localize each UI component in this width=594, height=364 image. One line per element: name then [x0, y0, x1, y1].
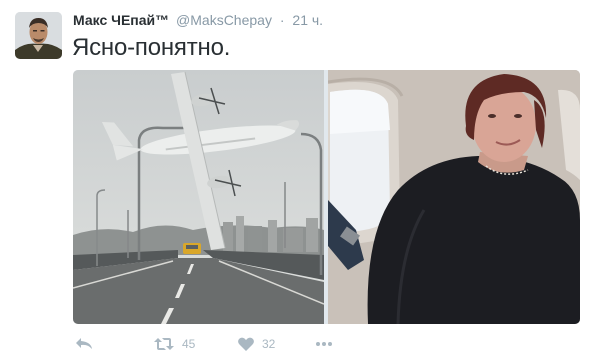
retweet-count: 45	[182, 337, 196, 351]
author-fullname[interactable]: Макс ЧЕпай™	[73, 12, 169, 28]
tweet: Макс ЧЕпай™ @MaksChepay · 21 ч. Ясно-пон…	[0, 0, 594, 364]
tweet-media[interactable]	[73, 70, 580, 324]
author-username[interactable]: @MaksChepay	[176, 12, 272, 28]
like-count: 32	[262, 337, 276, 351]
more-icon	[316, 342, 332, 346]
reply-icon	[76, 338, 92, 349]
airplane-crash-photo	[73, 70, 324, 324]
media-photo-left[interactable]	[73, 70, 324, 324]
like-button[interactable]: 32	[238, 333, 275, 355]
tweet-header: Макс ЧЕпай™ @MaksChepay · 21 ч.	[73, 11, 323, 29]
retweet-icon	[154, 338, 174, 350]
avatar-image	[15, 12, 62, 59]
reply-button[interactable]	[75, 333, 93, 355]
tweet-timestamp[interactable]: 21 ч.	[292, 12, 323, 28]
more-button[interactable]	[315, 333, 333, 355]
header-separator: ·	[279, 12, 285, 28]
retweet-button[interactable]: 45	[154, 333, 195, 355]
media-photo-right[interactable]	[328, 70, 580, 324]
avatar[interactable]	[15, 12, 62, 59]
heart-icon	[238, 337, 254, 351]
woman-in-airplane-seat-photo	[328, 70, 580, 324]
tweet-text: Ясно-понятно.	[72, 34, 231, 61]
